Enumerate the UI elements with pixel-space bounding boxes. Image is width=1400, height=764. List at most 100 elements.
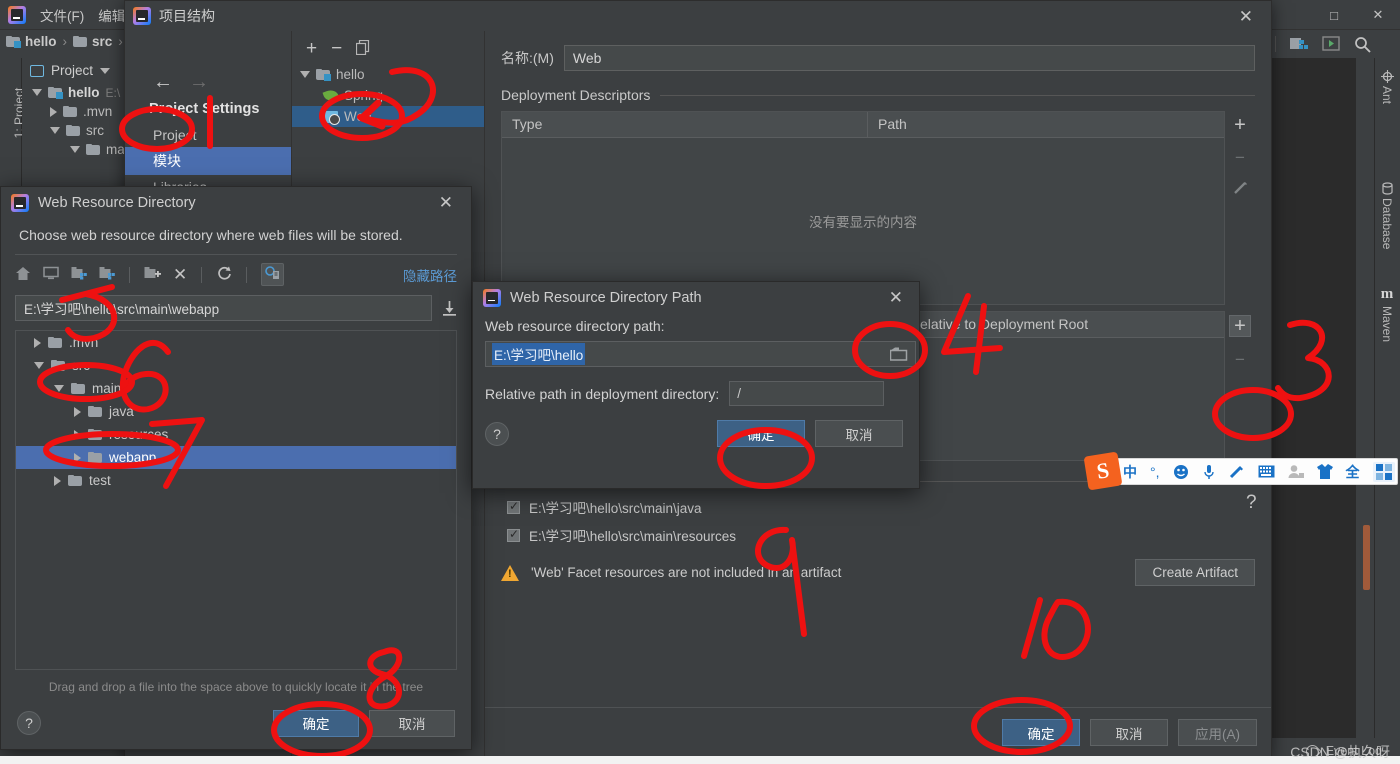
copy-module-icon[interactable] <box>356 39 370 58</box>
help-icon[interactable]: ? <box>17 711 41 735</box>
help-icon[interactable]: ? <box>485 421 509 446</box>
module-tree-row-spring[interactable]: Spring <box>292 85 484 106</box>
close-window-icon[interactable]: ✕ <box>1356 0 1400 30</box>
smiley-icon[interactable] <box>1173 464 1189 480</box>
maximize-icon[interactable]: □ <box>1312 0 1356 30</box>
new-folder-icon[interactable] <box>144 266 161 283</box>
footer-divider <box>485 707 1271 708</box>
cancel-button[interactable]: 取消 <box>815 420 903 447</box>
refresh-icon[interactable] <box>216 266 232 284</box>
cancel-button[interactable]: 取消 <box>369 709 455 737</box>
ime-punctuation-toggle[interactable]: °, <box>1150 464 1160 480</box>
sidebar-item-maven[interactable]: m Maven <box>1376 286 1398 342</box>
editor-scrollbar-thumb[interactable] <box>1363 525 1370 590</box>
breadcrumb-item-hello[interactable]: hello <box>6 34 57 49</box>
module-tree-row-hello[interactable]: hello <box>292 64 484 85</box>
chevron-right-icon[interactable] <box>74 452 81 463</box>
sidebar-item-database[interactable]: Database <box>1376 182 1398 249</box>
pen-icon[interactable] <box>1229 464 1245 480</box>
add-web-resource-directory-icon[interactable]: + <box>1229 315 1251 337</box>
source-root-row[interactable]: E:\学习吧\hello\src\main\java <box>501 493 1255 521</box>
chevron-down-icon[interactable] <box>50 127 60 134</box>
shirt-icon[interactable] <box>1316 464 1333 479</box>
sidebar-item-project[interactable]: Project <box>125 123 291 147</box>
tree-row[interactable]: java <box>16 400 456 423</box>
back-button[interactable]: ← <box>153 71 173 94</box>
ok-button[interactable]: 确定 <box>273 709 359 737</box>
module-tree-row-web[interactable]: Web <box>292 106 484 127</box>
tree-row-webapp[interactable]: webapp <box>16 446 456 469</box>
chevron-right-icon[interactable] <box>54 475 61 486</box>
remove-module-icon[interactable]: − <box>331 39 342 58</box>
ime-mode-chinese[interactable]: 中 <box>1123 462 1137 482</box>
column-header-path[interactable]: Path <box>868 112 917 137</box>
search-icon[interactable] <box>1354 36 1372 53</box>
microphone-icon[interactable] <box>1202 464 1216 480</box>
column-header-relative-to-deployment-root[interactable]: elative to Deployment Root <box>910 312 1098 337</box>
chevron-down-icon[interactable] <box>54 385 64 392</box>
keyboard-icon[interactable] <box>1258 465 1275 478</box>
source-root-row[interactable]: E:\学习吧\hello\src\main\resources <box>501 521 1255 549</box>
column-header-type[interactable]: Type <box>502 112 868 137</box>
add-module-icon[interactable]: + <box>306 39 317 58</box>
name-row: 名称:(M) Web <box>485 31 1271 71</box>
toolbar-divider <box>1275 36 1276 52</box>
apps-icon[interactable] <box>1372 461 1395 482</box>
project-structure-icon[interactable] <box>1290 36 1308 52</box>
path-input[interactable]: E:\学习吧\hello\src\main\webapp <box>15 295 432 321</box>
close-icon[interactable]: ✕ <box>1231 8 1261 25</box>
download-arrow-icon[interactable] <box>442 300 457 316</box>
directory-tree[interactable]: .mvn src main java resources webapp test <box>15 330 457 670</box>
module-folder-icon[interactable] <box>99 266 115 283</box>
ok-button[interactable]: 确定 <box>717 420 805 447</box>
chevron-right-icon[interactable] <box>74 406 81 417</box>
tree-row[interactable]: resources <box>16 423 456 446</box>
menu-file[interactable]: 文件(F) <box>40 5 84 25</box>
chevron-down-icon[interactable] <box>34 362 44 369</box>
folder-browse-icon[interactable] <box>889 347 908 361</box>
chevron-down-icon[interactable] <box>100 67 111 74</box>
sidebar-item-modules[interactable]: 模块 <box>125 147 291 175</box>
apply-button[interactable]: 应用(A) <box>1178 719 1257 746</box>
ok-button[interactable]: 确定 <box>1002 719 1080 746</box>
chevron-right-icon[interactable] <box>34 337 41 348</box>
help-question-icon[interactable]: ? <box>1246 492 1257 514</box>
name-input[interactable]: Web <box>563 45 1255 71</box>
run-icon[interactable] <box>1322 36 1340 52</box>
chevron-down-icon[interactable] <box>70 146 80 153</box>
forward-button[interactable]: → <box>189 71 209 94</box>
sogou-logo-icon[interactable]: S <box>1083 451 1123 491</box>
tree-row[interactable]: src <box>16 354 456 377</box>
relative-path-row: Relative path in deployment directory: / <box>473 367 919 406</box>
chevron-right-icon[interactable] <box>50 106 57 117</box>
hide-path-toggle[interactable]: 隐藏路径 <box>403 265 457 285</box>
edit-pencil-icon[interactable] <box>1233 180 1248 198</box>
remove-descriptor-icon[interactable]: − <box>1235 149 1245 166</box>
remove-web-resource-directory-icon[interactable]: − <box>1235 351 1245 368</box>
create-artifact-button[interactable]: Create Artifact <box>1135 559 1255 586</box>
tree-row[interactable]: main <box>16 377 456 400</box>
chevron-down-icon[interactable] <box>300 71 310 78</box>
show-hidden-icon[interactable] <box>261 263 285 286</box>
home-icon[interactable] <box>15 266 31 284</box>
tree-row[interactable]: .mvn <box>16 331 456 354</box>
ime-fullwidth-toggle[interactable]: 全 <box>1346 462 1360 482</box>
checkbox[interactable] <box>507 527 520 542</box>
close-icon[interactable]: ✕ <box>889 288 909 308</box>
chevron-down-icon[interactable] <box>32 89 42 96</box>
chevron-right-icon[interactable] <box>74 429 81 440</box>
desktop-icon[interactable] <box>43 266 59 283</box>
delete-icon[interactable]: ✕ <box>173 266 187 283</box>
breadcrumb-item-src[interactable]: src <box>73 34 112 49</box>
close-icon[interactable]: ✕ <box>439 193 461 213</box>
cancel-button[interactable]: 取消 <box>1090 719 1168 746</box>
user-icon[interactable] <box>1288 464 1304 479</box>
project-folder-icon[interactable] <box>71 266 87 283</box>
tree-row[interactable]: test <box>16 469 456 492</box>
sidebar-item-ant[interactable]: Ant <box>1376 70 1398 104</box>
add-descriptor-icon[interactable]: + <box>1234 115 1246 135</box>
relative-path-input[interactable]: / <box>729 381 885 406</box>
tree-label: resources <box>109 427 169 442</box>
checkbox[interactable] <box>507 499 520 514</box>
path-input[interactable]: E:\学习吧\hello <box>485 341 916 367</box>
